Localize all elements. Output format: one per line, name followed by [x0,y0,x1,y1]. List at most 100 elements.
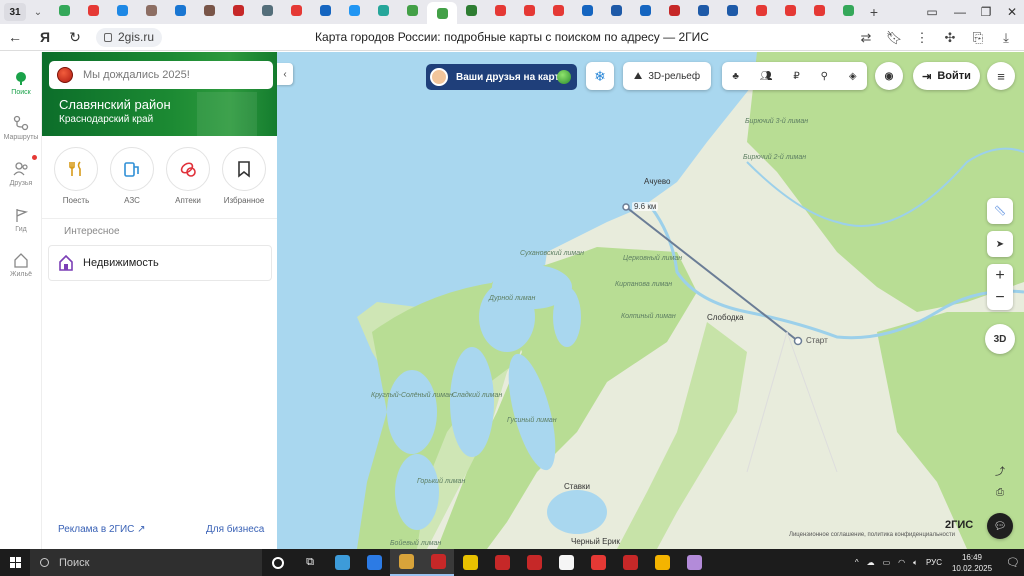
map-place-label[interactable]: Ачуево [644,177,670,186]
license-link[interactable]: Лицензионное соглашение, политика конфид… [789,532,955,538]
browser-tab[interactable] [50,0,79,20]
advertise-link[interactable]: Реклама в 2ГИС ↗ [58,524,146,535]
start-button[interactable] [0,557,30,568]
browser-tab[interactable] [689,0,718,20]
view-3d-button[interactable]: 3D [985,324,1015,354]
tab-counter[interactable]: 31 [4,3,26,21]
print-icon[interactable]: ⎙ [989,481,1011,503]
browser-tab[interactable] [427,2,457,24]
taskbar-app[interactable] [550,549,582,576]
map-place-label[interactable]: Бойевый лиман [390,540,441,547]
volume-icon[interactable]: 🔈︎ [913,558,918,568]
taskbar-app[interactable] [454,549,486,576]
url-field[interactable]: 2gis.ru [96,27,163,47]
browser-tab[interactable] [253,0,282,20]
map-canvas[interactable]: Ачуево Слободка Сухановский лиман Церковный… [277,52,1024,549]
quick-pharmacy-button[interactable]: Аптеки [160,147,216,205]
taskbar-app[interactable] [390,549,422,576]
more-menu-icon[interactable]: ⋮ [908,30,936,46]
search-input[interactable] [83,69,263,81]
browser-tab[interactable] [631,0,660,20]
restore-button[interactable]: ❐ [972,0,1000,24]
browser-tab[interactable] [311,0,340,20]
tray-chevron-icon[interactable]: ^ [855,558,859,567]
collections-icon[interactable]: ⎘ [964,30,992,46]
browser-tab[interactable] [573,0,602,20]
real-estate-item[interactable]: Недвижимость [48,245,272,281]
locate-button[interactable]: ➤ [987,231,1013,257]
browser-tab[interactable] [195,0,224,20]
share-icon[interactable]: ⤴ [989,459,1011,481]
browser-tab[interactable] [166,0,195,20]
taskbar-app[interactable] [646,549,678,576]
network-icon[interactable]: ☁ [867,558,875,567]
browser-tab[interactable] [602,0,631,20]
browser-tab[interactable] [79,0,108,20]
bookmark-window-icon[interactable]: ▭ [918,0,946,24]
reload-button[interactable]: ↻ [60,29,90,46]
taskbar-app[interactable] [326,549,358,576]
notifications-icon[interactable]: 🗨︎ [1006,556,1020,569]
browser-tab[interactable] [718,0,747,20]
relief-3d-button[interactable]: ⛰ 3D-рельеф [623,62,711,90]
bookmark-icon[interactable]: 🔖︎ [880,30,908,46]
taskbar-app[interactable] [678,549,710,576]
sidebar-item-search[interactable]: Поиск [0,70,42,96]
task-view-button[interactable]: ⧉ [294,549,326,576]
chat-button[interactable]: 💬︎ [987,513,1013,539]
login-button[interactable]: ⇥ Войти [913,62,980,90]
zoom-out-button[interactable]: − [995,287,1004,309]
quick-favorites-button[interactable]: Избранное [216,147,272,205]
browser-tab[interactable] [776,0,805,20]
clock[interactable]: 16:49 10.02.2025 [952,552,992,574]
layers-icon[interactable]: ◈ [849,71,857,82]
browser-tab[interactable] [515,0,544,20]
map-place-label[interactable]: Сладкий лиман [452,392,502,399]
browser-tab[interactable] [457,0,486,20]
ruler-button[interactable]: 📏︎ [987,198,1013,224]
browser-tab[interactable] [369,0,398,20]
map-place-label[interactable]: Горький лиман [417,478,465,485]
parking-icon[interactable]: ⚲ [821,71,828,82]
browser-tab[interactable] [137,0,166,20]
back-button[interactable]: ← [0,29,30,45]
sidebar-item-routes[interactable]: Маршруты [0,115,42,141]
map-place-label[interactable]: Гусиный лиман [507,417,557,424]
taskbar-app[interactable] [582,549,614,576]
people-icon[interactable]: 👥︎ [760,71,773,82]
taskbar-app[interactable] [486,549,518,576]
snowflake-button[interactable]: ❄ [586,62,614,90]
taskbar-app[interactable] [614,549,646,576]
close-window-button[interactable]: ✕ [998,0,1024,24]
taskbar-app[interactable] [422,549,454,576]
business-link[interactable]: Для бизнеса [206,524,264,535]
map-place-label[interactable]: Церковный лиман [623,255,682,262]
browser-tab[interactable] [747,0,776,20]
map-place-label[interactable]: Слободка [707,313,744,322]
map-place-label[interactable]: Дурной лиман [489,295,535,302]
taskbar-app[interactable] [518,549,550,576]
map-place-label[interactable]: Сухановский лиман [520,250,584,257]
browser-tab[interactable] [544,0,573,20]
extensions-icon[interactable]: ✣ [936,30,964,46]
map-place-label[interactable]: Бирючий 3-й лиман [745,118,808,125]
sidebar-item-friends[interactable]: Друзья [0,155,42,187]
browser-tab[interactable] [398,0,427,20]
new-tab-button[interactable]: + [863,4,885,20]
browser-tab[interactable] [486,0,515,20]
browser-tab[interactable] [108,0,137,20]
battery-icon[interactable]: ▭ [883,558,891,567]
map-place-label[interactable]: Бирючий 2-й лиман [743,154,806,161]
map-place-label[interactable]: Кирпанова лиман [615,281,672,288]
search-box[interactable] [49,61,273,89]
sidebar-item-housing[interactable]: Жильё [0,252,42,278]
minimize-button[interactable]: — [946,0,974,24]
friends-banner[interactable]: Ваши друзья на карте! [426,64,577,90]
browser-tab[interactable] [660,0,689,20]
map-place-label[interactable]: Колпиный лиман [621,313,676,320]
yandex-icon[interactable]: Я [30,29,60,45]
browser-tab[interactable] [282,0,311,20]
zoom-in-button[interactable]: + [995,265,1004,287]
wifi-icon[interactable]: ◠ [898,558,905,567]
tree-icon[interactable]: ♣ [732,71,739,82]
